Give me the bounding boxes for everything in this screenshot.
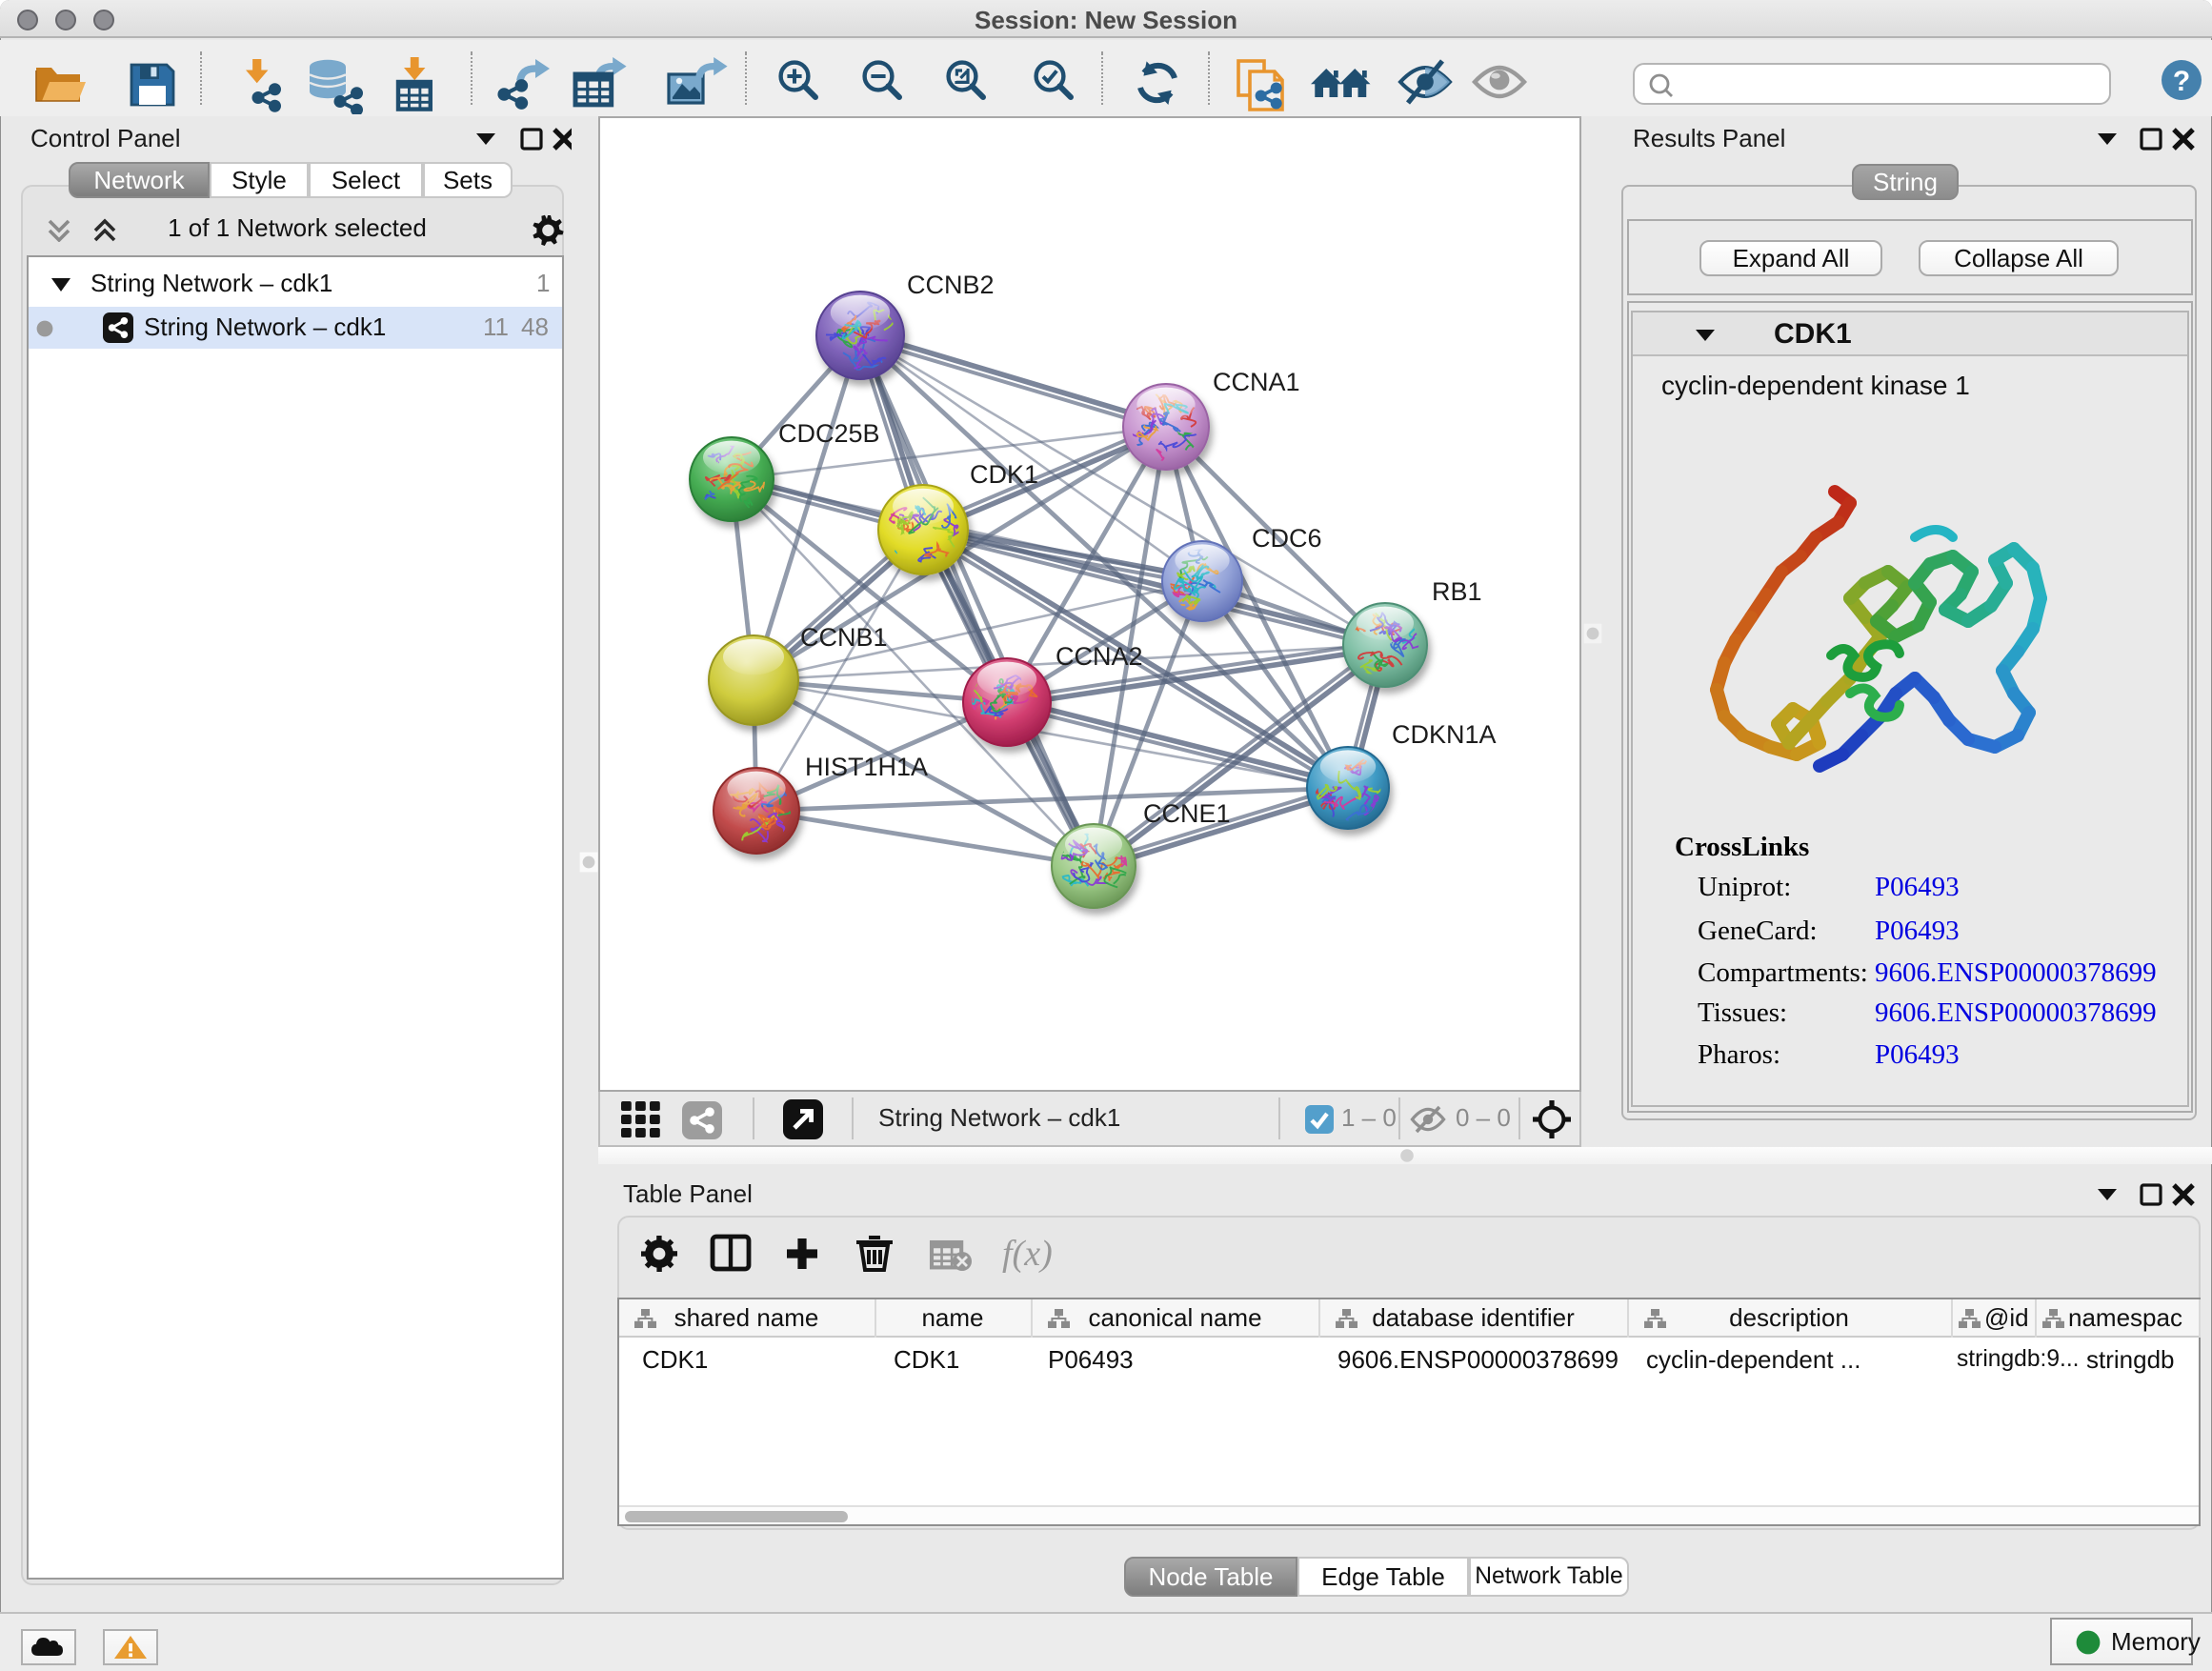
svg-text:CDC25B: CDC25B	[778, 419, 880, 448]
svg-text:?: ?	[2173, 66, 2190, 97]
svg-text:CDC6: CDC6	[1252, 524, 1322, 553]
svg-text:HIST1H1A: HIST1H1A	[805, 753, 928, 781]
svg-text:f(x): f(x)	[1002, 1233, 1053, 1273]
svg-text:CCNA2: CCNA2	[1056, 642, 1143, 671]
svg-text:CCNE1: CCNE1	[1143, 799, 1231, 828]
svg-text:CCNA1: CCNA1	[1213, 368, 1300, 396]
svg-text:CDKN1A: CDKN1A	[1392, 720, 1497, 749]
svg-text:CCNB2: CCNB2	[907, 271, 995, 299]
svg-text:CCNB1: CCNB1	[800, 623, 888, 652]
svg-text:CDK1: CDK1	[970, 460, 1038, 489]
svg-text:RB1: RB1	[1432, 577, 1482, 606]
